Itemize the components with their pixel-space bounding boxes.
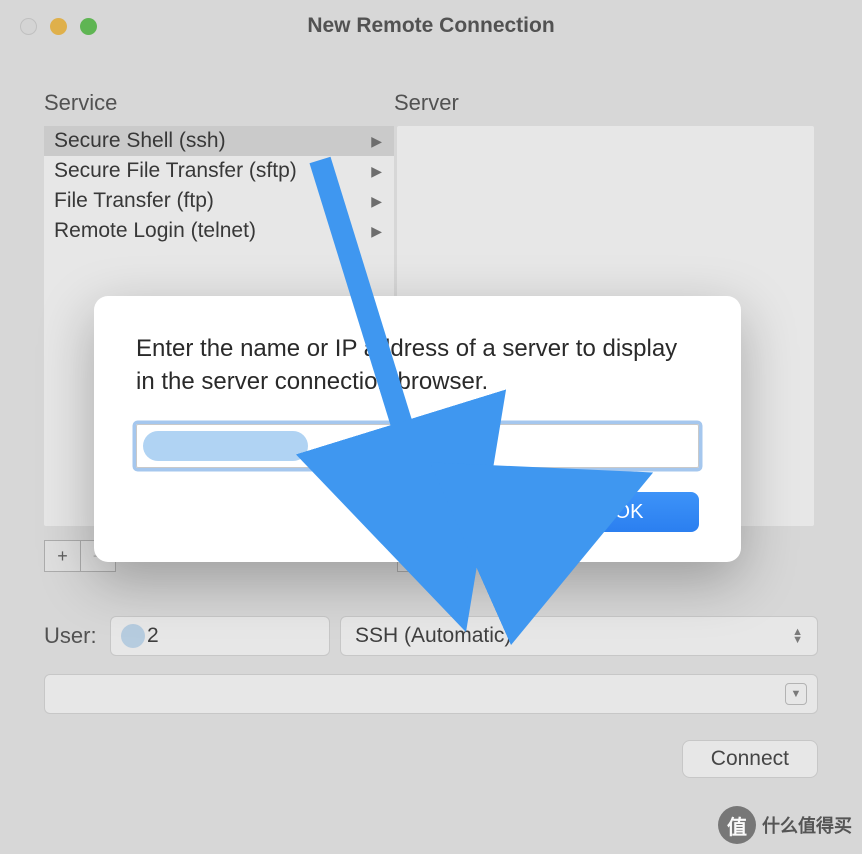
watermark-text: 什么值得买: [762, 812, 852, 838]
service-item-ftp[interactable]: File Transfer (ftp) ▶: [44, 186, 394, 216]
dialog-buttons: Cancel OK: [136, 492, 699, 532]
connect-button[interactable]: Connect: [682, 740, 818, 778]
service-item-telnet[interactable]: Remote Login (telnet) ▶: [44, 216, 394, 246]
connect-row: Connect: [44, 740, 818, 778]
chevron-right-icon: ▶: [371, 223, 382, 240]
protocol-select-value: SSH (Automatic): [355, 624, 511, 648]
service-item-label: File Transfer (ftp): [54, 189, 214, 213]
service-item-label: Remote Login (telnet): [54, 219, 256, 243]
protocol-select[interactable]: SSH (Automatic) ▲▼: [340, 616, 818, 656]
chevron-right-icon: ▶: [371, 133, 382, 150]
server-address-dialog: Enter the name or IP address of a server…: [94, 296, 741, 562]
ok-button[interactable]: OK: [559, 492, 699, 532]
redacted-icon: [121, 624, 145, 648]
user-row: User: 2 SSH (Automatic) ▲▼: [44, 616, 818, 656]
zoom-window-button[interactable]: [80, 18, 97, 35]
service-item-ssh[interactable]: Secure Shell (ssh) ▶: [44, 126, 394, 156]
service-item-label: Secure File Transfer (sftp): [54, 159, 297, 183]
service-column-label: Service: [44, 90, 394, 116]
dialog-message: Enter the name or IP address of a server…: [136, 332, 699, 398]
chevron-down-icon[interactable]: ▼: [785, 683, 807, 705]
remote-connection-window: New Remote Connection Service Server Sec…: [0, 0, 862, 854]
watermark: 值 什么值得买: [718, 806, 852, 844]
command-input[interactable]: ▼: [44, 674, 818, 714]
minimize-window-button[interactable]: [50, 18, 67, 35]
server-column-label: Server: [394, 90, 818, 116]
server-address-input[interactable]: [136, 424, 699, 468]
cancel-button[interactable]: Cancel: [431, 492, 545, 532]
add-service-button[interactable]: +: [44, 540, 80, 572]
titlebar: New Remote Connection: [0, 0, 862, 52]
command-row: ▼: [44, 674, 818, 714]
service-item-sftp[interactable]: Secure File Transfer (sftp) ▶: [44, 156, 394, 186]
window-title: New Remote Connection: [0, 14, 862, 38]
user-label: User:: [44, 623, 100, 649]
chevron-updown-icon: ▲▼: [792, 628, 803, 644]
service-item-label: Secure Shell (ssh): [54, 129, 226, 153]
columns-header: Service Server: [44, 90, 818, 116]
user-input[interactable]: 2: [110, 616, 330, 656]
chevron-right-icon: ▶: [371, 163, 382, 180]
redacted-icon: [143, 431, 308, 461]
watermark-badge-icon: 值: [718, 806, 756, 844]
user-input-value: 2: [147, 624, 159, 648]
chevron-right-icon: ▶: [371, 193, 382, 210]
close-window-button[interactable]: [20, 18, 37, 35]
traffic-lights: [20, 18, 97, 35]
